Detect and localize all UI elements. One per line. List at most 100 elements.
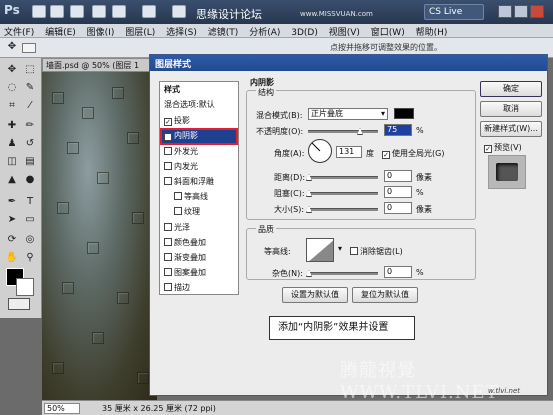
checkbox-icon[interactable]: ✓ <box>484 145 492 153</box>
cancel-button[interactable]: 取消 <box>480 101 542 117</box>
size-input[interactable]: 0 <box>384 202 412 214</box>
bridge-icon[interactable] <box>32 5 46 18</box>
blend-options-item[interactable]: 混合选项:默认 <box>162 99 236 112</box>
ok-button[interactable]: 确定 <box>480 81 542 97</box>
noise-input[interactable]: 0 <box>384 266 412 278</box>
close-icon[interactable] <box>530 5 544 18</box>
menu-filter[interactable]: 滤镜(T) <box>204 24 243 38</box>
checkbox-icon[interactable] <box>164 162 172 170</box>
pen-icon[interactable]: ✒ <box>4 196 20 210</box>
choke-slider[interactable] <box>308 192 378 195</box>
antialias-option[interactable]: 消除锯齿(L) <box>350 246 403 257</box>
style-item-outer-glow[interactable]: 外发光 <box>162 146 236 159</box>
style-item-stroke[interactable]: 描边 <box>162 282 236 295</box>
choke-input[interactable]: 0 <box>384 186 412 198</box>
style-item-contour[interactable]: 等高线 <box>172 191 236 204</box>
menu-image[interactable]: 图像(I) <box>83 24 119 38</box>
document-canvas[interactable] <box>42 72 157 400</box>
tool-preset-picker[interactable] <box>22 43 36 53</box>
dodge-icon[interactable]: ● <box>22 174 38 188</box>
menu-edit[interactable]: 编辑(E) <box>41 24 80 38</box>
style-item-inner-shadow[interactable]: ✓ 内阴影 <box>160 128 238 145</box>
blur-icon[interactable]: ▲ <box>4 174 20 188</box>
distance-slider[interactable] <box>308 176 378 179</box>
gradient-icon[interactable]: ▤ <box>22 156 38 170</box>
style-item-gradient-overlay[interactable]: 渐变叠加 <box>162 252 236 265</box>
minimize-icon[interactable] <box>498 5 512 18</box>
reset-default-button[interactable]: 复位为默认值 <box>352 287 418 303</box>
style-item-texture[interactable]: 纹理 <box>172 206 236 219</box>
size-slider[interactable] <box>308 208 378 211</box>
maximize-icon[interactable] <box>514 5 528 18</box>
opacity-slider[interactable] <box>308 130 378 133</box>
checkbox-icon[interactable]: ✓ <box>164 118 172 126</box>
checkbox-icon[interactable]: ✓ <box>382 151 390 159</box>
document-tab[interactable]: 墙面.psd @ 50% (图层 1 <box>42 58 162 72</box>
menu-file[interactable]: 文件(F) <box>0 24 38 38</box>
opacity-input[interactable]: 75 <box>384 124 412 136</box>
eyedropper-icon[interactable]: ⁄ <box>22 100 38 114</box>
menu-view[interactable]: 视图(V) <box>325 24 364 38</box>
screen-mode-icon[interactable] <box>172 5 186 18</box>
move-tool-icon[interactable]: ✥ <box>4 41 20 55</box>
checkbox-icon[interactable] <box>164 147 172 155</box>
menu-layer[interactable]: 图层(L) <box>121 24 159 38</box>
checkbox-icon[interactable] <box>174 207 182 215</box>
path-select-icon[interactable]: ➤ <box>4 214 20 228</box>
checkbox-icon[interactable] <box>164 238 172 246</box>
brush-icon[interactable]: ✏ <box>22 120 38 134</box>
menu-3d[interactable]: 3D(D) <box>287 27 322 38</box>
zoom-field[interactable]: 50% <box>44 403 80 414</box>
quick-select-icon[interactable]: ✎ <box>22 82 38 96</box>
background-color-swatch[interactable] <box>16 278 34 296</box>
global-light-option[interactable]: ✓ 使用全局光(G) <box>382 148 444 159</box>
hand-tool-icon[interactable] <box>92 5 106 18</box>
checkbox-icon[interactable] <box>164 253 172 261</box>
style-item-color-overlay[interactable]: 颜色叠加 <box>162 237 236 250</box>
set-default-button[interactable]: 设置为默认值 <box>282 287 348 303</box>
style-item-drop-shadow[interactable]: ✓ 投影 <box>162 115 236 128</box>
quick-mask-icon[interactable] <box>8 298 30 310</box>
style-item-bevel-emboss[interactable]: 斜面和浮雕 <box>162 176 236 189</box>
distance-input[interactable]: 0 <box>384 170 412 182</box>
shape-icon[interactable]: ▭ <box>22 214 38 228</box>
checkbox-icon[interactable] <box>164 223 172 231</box>
eraser-icon[interactable]: ◫ <box>4 156 20 170</box>
type-icon[interactable]: T <box>22 196 38 210</box>
style-item-satin[interactable]: 光泽 <box>162 222 236 235</box>
zoom-level-icon[interactable] <box>70 5 84 18</box>
crop-icon[interactable]: ⌗ <box>4 100 20 114</box>
angle-input[interactable]: 131 <box>336 146 362 158</box>
3d-rotate-icon[interactable]: ⟳ <box>4 234 20 248</box>
move-icon[interactable]: ✥ <box>4 64 20 78</box>
checkbox-icon[interactable]: ✓ <box>164 133 172 141</box>
checkbox-icon[interactable] <box>350 247 358 255</box>
angle-dial[interactable] <box>308 139 332 163</box>
menu-select[interactable]: 选择(S) <box>162 24 201 38</box>
cs-live-button[interactable]: CS Live <box>424 4 484 20</box>
checkbox-icon[interactable] <box>164 268 172 276</box>
style-item-pattern-overlay[interactable]: 图案叠加 <box>162 267 236 280</box>
arrange-documents-icon[interactable] <box>142 5 156 18</box>
shadow-color-swatch[interactable] <box>394 108 414 119</box>
zoom-tool-icon[interactable] <box>112 5 126 18</box>
history-brush-icon[interactable]: ↺ <box>22 138 38 152</box>
noise-slider[interactable] <box>308 272 378 275</box>
styles-header[interactable]: 样式 <box>162 84 236 97</box>
preview-option[interactable]: ✓ 预览(V) <box>484 142 522 153</box>
menu-analysis[interactable]: 分析(A) <box>245 24 284 38</box>
style-item-inner-glow[interactable]: 内发光 <box>162 161 236 174</box>
lasso-icon[interactable]: ◌ <box>4 82 20 96</box>
zoom-icon[interactable]: ⚲ <box>22 252 38 266</box>
new-style-button[interactable]: 新建样式(W)... <box>480 121 542 137</box>
contour-dropdown[interactable]: ▾ <box>338 244 342 253</box>
menu-help[interactable]: 帮助(H) <box>412 24 452 38</box>
clone-stamp-icon[interactable]: ♟ <box>4 138 20 152</box>
checkbox-icon[interactable] <box>164 177 172 185</box>
menu-window[interactable]: 窗口(W) <box>367 24 409 38</box>
mini-bridge-icon[interactable] <box>50 5 64 18</box>
healing-brush-icon[interactable]: ✚ <box>4 120 20 134</box>
checkbox-icon[interactable] <box>174 192 182 200</box>
marquee-icon[interactable]: ⬚ <box>22 64 38 78</box>
blend-mode-select[interactable]: 正片叠底 ▾ <box>308 108 388 120</box>
